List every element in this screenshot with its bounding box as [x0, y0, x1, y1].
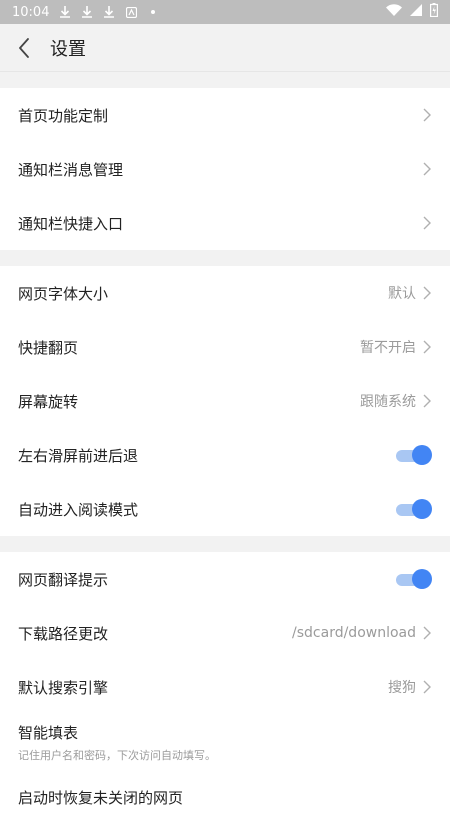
setting-label: 默认搜索引擎 — [18, 678, 109, 697]
page-title: 设置 — [50, 38, 86, 60]
toggle-knob — [412, 499, 432, 519]
setting-smart-form-fill[interactable]: 智能填表 记住用户名和密码，下次访问自动填写。 — [0, 714, 450, 770]
setting-restore-tabs[interactable]: 启动时恢复未关闭的网页 — [0, 770, 450, 824]
chevron-right-icon — [422, 394, 432, 408]
setting-label: 自动进入阅读模式 — [18, 500, 139, 519]
back-button[interactable] — [12, 36, 36, 60]
setting-homepage-customize[interactable]: 首页功能定制 — [0, 88, 450, 142]
setting-download-path[interactable]: 下载路径更改 /sdcard/download — [0, 606, 450, 660]
setting-value: 搜狗 — [388, 680, 416, 696]
translate-prompt-toggle[interactable] — [396, 569, 432, 589]
wifi-icon — [386, 4, 402, 20]
setting-value-group: 跟随系统 — [360, 391, 432, 411]
section-gap — [0, 536, 450, 552]
status-time: 10:04 — [12, 4, 50, 20]
section-gap — [0, 72, 450, 88]
setting-value-group: 搜狗 — [388, 677, 432, 697]
toggle-knob — [412, 569, 432, 589]
setting-translate-prompt: 网页翻译提示 — [0, 552, 450, 606]
setting-screen-rotation[interactable]: 屏幕旋转 跟随系统 — [0, 374, 450, 428]
setting-label: 首页功能定制 — [18, 106, 109, 125]
setting-value-group: /sdcard/download — [292, 625, 432, 641]
setting-value: 暂不开启 — [360, 340, 416, 356]
setting-label: 通知栏快捷入口 — [18, 214, 124, 233]
setting-default-search-engine[interactable]: 默认搜索引擎 搜狗 — [0, 660, 450, 714]
chevron-right-icon — [422, 340, 432, 354]
setting-label: 左右滑屏前进后退 — [18, 446, 139, 465]
setting-value: /sdcard/download — [292, 625, 416, 641]
setting-value: 默认 — [388, 286, 416, 302]
setting-label: 网页翻译提示 — [18, 570, 109, 589]
chevron-left-icon — [19, 37, 29, 58]
section-gap — [0, 250, 450, 266]
settings-section-2: 网页字体大小 默认 快捷翻页 暂不开启 屏幕旋转 跟随系统 左右滑屏前进后退 自… — [0, 266, 450, 536]
setting-quick-page-turn[interactable]: 快捷翻页 暂不开启 — [0, 320, 450, 374]
setting-value-group: 默认 — [388, 283, 432, 303]
status-right — [386, 3, 439, 21]
chevron-right-icon — [422, 108, 432, 122]
setting-label: 下载路径更改 — [18, 624, 109, 643]
download-icon — [59, 6, 71, 18]
chevron-right-icon — [422, 626, 432, 640]
setting-font-size[interactable]: 网页字体大小 默认 — [0, 266, 450, 320]
settings-section-1: 首页功能定制 通知栏消息管理 通知栏快捷入口 — [0, 88, 450, 250]
settings-header: 设置 — [0, 24, 450, 72]
battery-icon — [430, 3, 439, 21]
download-icon — [103, 6, 115, 18]
chevron-right-icon — [422, 286, 432, 300]
download-icon — [81, 6, 93, 18]
status-bar: 10:04 — [0, 0, 450, 24]
setting-notification-messages[interactable]: 通知栏消息管理 — [0, 142, 450, 196]
chevron-right-icon — [422, 680, 432, 694]
app-notification-icon — [125, 6, 137, 18]
setting-label: 快捷翻页 — [18, 338, 79, 357]
chevron-right-icon — [422, 162, 432, 176]
setting-swipe-navigation: 左右滑屏前进后退 — [0, 428, 450, 482]
setting-label: 智能填表 — [18, 723, 79, 742]
dot-icon — [147, 6, 159, 18]
setting-label: 通知栏消息管理 — [18, 160, 124, 179]
setting-label: 启动时恢复未关闭的网页 — [18, 788, 184, 807]
setting-label: 屏幕旋转 — [18, 392, 79, 411]
setting-subtitle: 记住用户名和密码，下次访问自动填写。 — [18, 748, 216, 762]
setting-auto-reader-mode: 自动进入阅读模式 — [0, 482, 450, 536]
setting-notification-shortcuts[interactable]: 通知栏快捷入口 — [0, 196, 450, 250]
status-left: 10:04 — [12, 5, 159, 20]
swipe-navigation-toggle[interactable] — [396, 445, 432, 465]
setting-value-group: 暂不开启 — [360, 337, 432, 357]
settings-section-3: 网页翻译提示 下载路径更改 /sdcard/download 默认搜索引擎 搜狗… — [0, 552, 450, 824]
setting-label: 网页字体大小 — [18, 284, 109, 303]
signal-icon — [410, 4, 422, 20]
setting-value: 跟随系统 — [360, 394, 416, 410]
toggle-knob — [412, 445, 432, 465]
chevron-right-icon — [422, 216, 432, 230]
auto-reader-mode-toggle[interactable] — [396, 499, 432, 519]
